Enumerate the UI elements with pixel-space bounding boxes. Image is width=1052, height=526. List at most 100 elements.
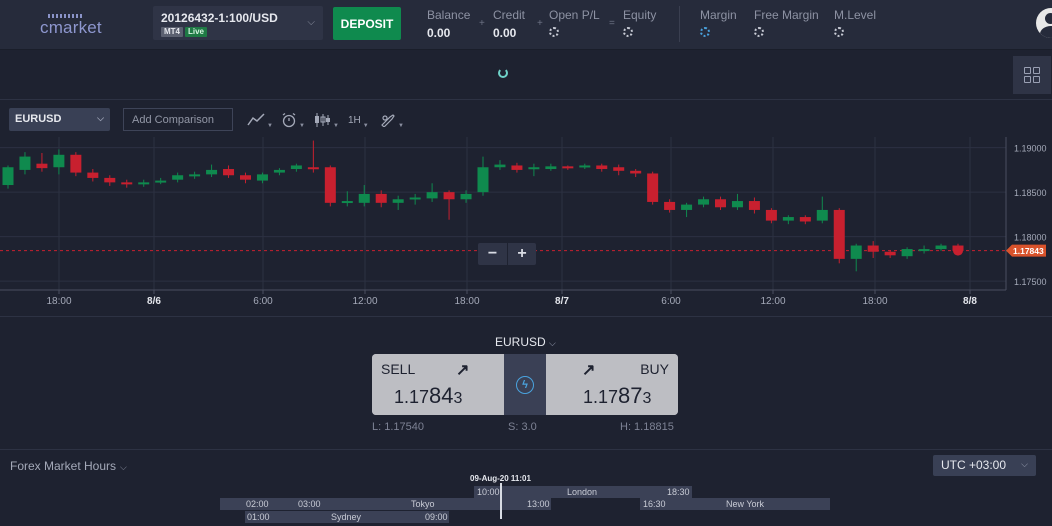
loading-spinner-icon [549, 27, 559, 37]
candle-body [53, 154, 65, 168]
candle-body [562, 166, 574, 169]
buy-price-pips: 87 [618, 383, 643, 408]
candle-body [867, 245, 879, 252]
timezone-label: UTC +03:00 [941, 458, 1007, 472]
y-tick-label: 1.19000 [1014, 144, 1047, 154]
x-tick-label: 8/8 [963, 296, 977, 307]
buy-button[interactable]: ↗ BUY 1.17873 [546, 354, 678, 415]
market-hours-toggle[interactable]: Forex Market Hours ⌵ [10, 459, 127, 473]
candle-body [748, 201, 760, 210]
add-comparison-input[interactable] [123, 108, 233, 131]
candle-body [87, 172, 99, 178]
candle-body [647, 173, 659, 202]
candle-body [256, 174, 268, 181]
equity-label: Equity [623, 8, 657, 22]
candle-body [630, 170, 642, 174]
candle-body [392, 199, 404, 203]
sell-button[interactable]: SELL ↗ 1.17843 [372, 354, 504, 415]
x-tick-label: 18:00 [46, 296, 71, 307]
candle-body [426, 192, 438, 199]
drawing-tools-button[interactable]: ▼ [380, 110, 404, 130]
candle-body [596, 165, 608, 170]
symbol-selector[interactable]: EURUSD ⌵ [9, 108, 110, 131]
account-id: 20126432-1:100/USD [161, 11, 278, 25]
candle-body [816, 209, 828, 221]
daily-low: L: 1.17540 [372, 421, 424, 433]
x-tick-label: 18:00 [454, 296, 479, 307]
account-selector[interactable]: 20126432-1:100/USD MT4 Live ⌵ [153, 6, 323, 40]
chevron-down-icon: ⌵ [307, 17, 315, 28]
candle-body [2, 167, 14, 186]
timeframe-label: 1H [348, 114, 361, 126]
caret-down-icon: ▼ [398, 123, 404, 129]
price-chart[interactable]: 1.19000 1.18500 1.18000 1.17500 1.17843 18:00… [0, 137, 1052, 315]
candle-body [443, 192, 455, 200]
newyork-name: New York [726, 499, 765, 509]
chart-type-button[interactable]: ▼ [247, 110, 273, 130]
layout-grid-button[interactable] [1013, 56, 1051, 94]
candle-body [884, 251, 896, 256]
divider [679, 6, 680, 42]
x-tick-label: 18:00 [862, 296, 887, 307]
chevron-down-icon: ⌵ [97, 113, 104, 123]
loading-spinner-icon [623, 27, 633, 37]
zoom-out-button[interactable]: − [478, 243, 507, 265]
candle-body [290, 165, 302, 170]
free-margin-label: Free Margin [754, 8, 819, 22]
x-tick-label: 8/6 [147, 296, 161, 307]
current-price-label: 1.17843 [1013, 246, 1044, 256]
candle-body [935, 245, 947, 250]
buy-price-major: 1.17 [583, 387, 619, 407]
logo[interactable]: cmarket [40, 12, 102, 37]
candle-body [240, 175, 251, 180]
candle-body [579, 165, 591, 168]
alerts-button[interactable]: ▼ [281, 110, 305, 130]
trade-symbol-label: EURUSD [495, 335, 546, 349]
candle-body [121, 182, 133, 185]
plus-operator: + [537, 18, 543, 29]
london-name: London [567, 487, 598, 497]
timezone-selector[interactable]: UTC +03:00 ⌵ [933, 455, 1036, 476]
london-open: 10:00 [477, 487, 500, 497]
zoom-in-button[interactable]: + [507, 243, 536, 265]
sell-price: 1.17843 [394, 383, 462, 409]
candle-body [528, 167, 540, 170]
sell-price-fraction: 3 [453, 390, 463, 407]
user-avatar-icon[interactable] [1036, 8, 1052, 38]
equals-operator: = [609, 18, 615, 29]
arrow-up-right-icon: ↗ [456, 362, 470, 379]
current-time-label: 09-Aug-20 11:01 [470, 474, 531, 483]
candle-body [307, 167, 319, 170]
spread: S: 3.0 [508, 421, 537, 433]
x-tick-label: 6:00 [661, 296, 681, 307]
trade-panel: SELL ↗ 1.17843 ϟ ↗ BUY 1.17873 [372, 354, 678, 415]
one-click-trading-button[interactable]: ϟ [504, 354, 546, 415]
tokyo-time: 03:00 [298, 499, 321, 509]
avatar-head [1045, 13, 1052, 24]
candlestick-chart[interactable]: 1.19000 1.18500 1.18000 1.17500 1.17843 18:00… [0, 137, 1052, 315]
candle-body [681, 204, 693, 210]
caret-down-icon: ▼ [267, 123, 273, 129]
candle-body [511, 165, 523, 170]
candles-icon [315, 113, 330, 127]
plus-operator: + [479, 18, 485, 29]
avatar-body [1040, 26, 1052, 38]
symbol-label: EURUSD [15, 113, 62, 125]
tools-icon [381, 114, 395, 127]
y-tick-label: 1.17500 [1014, 277, 1047, 287]
arrow-up-right-icon: ↗ [582, 362, 596, 379]
trade-symbol-selector[interactable]: EURUSD ⌵ [495, 335, 556, 349]
candle-style-button[interactable]: ▼ [313, 110, 339, 130]
market-hours-title: Forex Market Hours [10, 459, 117, 473]
credit-label: Credit [493, 8, 526, 22]
buy-price: 1.17873 [583, 383, 651, 409]
candle-body [545, 166, 557, 170]
deposit-button[interactable]: DEPOSIT [333, 7, 401, 40]
candle-body [358, 193, 370, 203]
timeframe-button[interactable]: 1H ▼ [348, 110, 369, 130]
session-sydney: 01:00 Sydney 09:00 [245, 511, 449, 523]
candle-body [850, 245, 862, 259]
candle-body [19, 156, 31, 170]
balance-value: 0.00 [427, 26, 451, 40]
margin-level-label: M.Level [834, 8, 877, 22]
